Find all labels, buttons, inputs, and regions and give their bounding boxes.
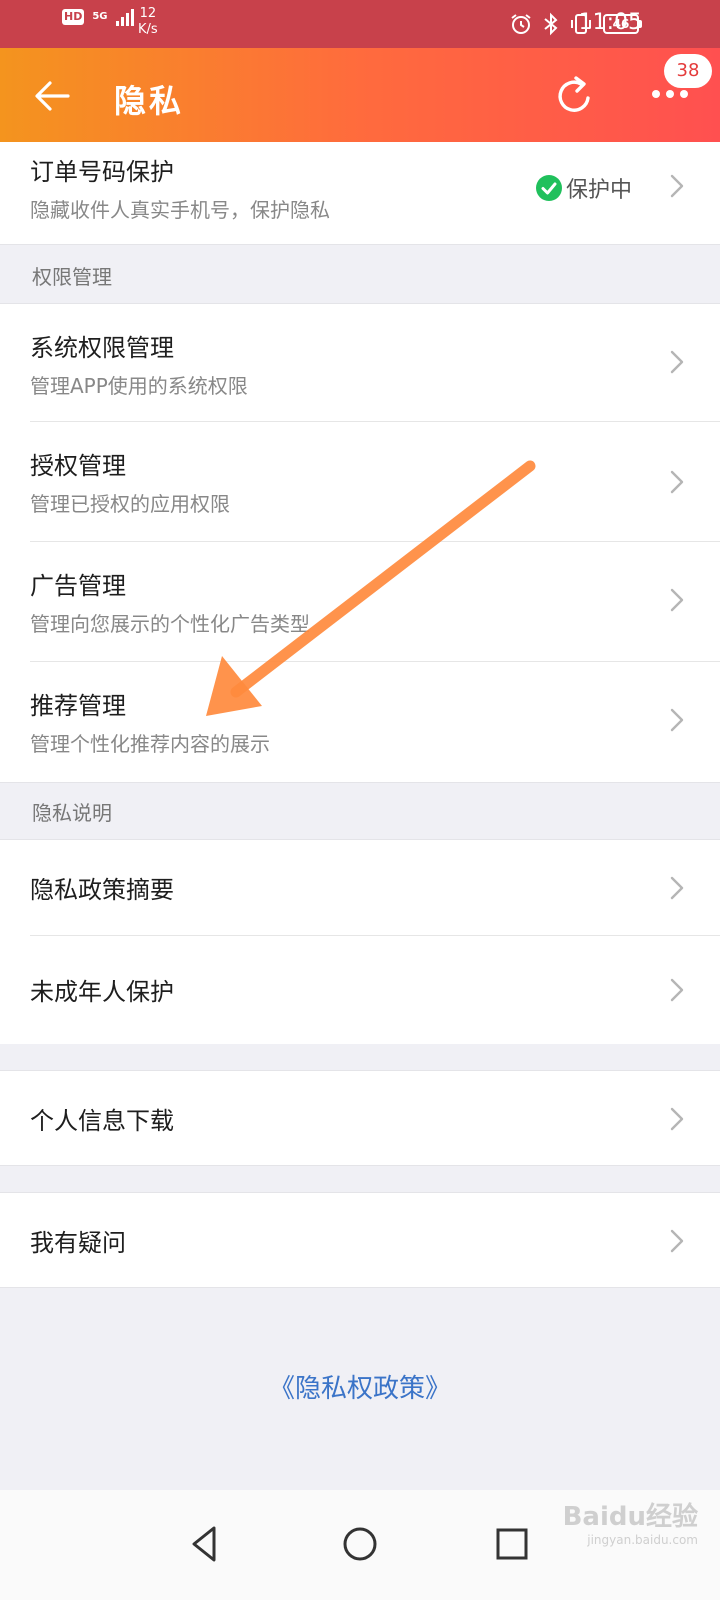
clock: 11:05: [578, 10, 642, 35]
chevron-right-icon: [670, 588, 684, 612]
ad-management-item[interactable]: 广告管理 管理向您展示的个性化广告类型: [0, 542, 720, 662]
chevron-right-icon: [670, 1107, 684, 1131]
message-count-badge: 38: [664, 54, 712, 88]
more-dots-icon: [652, 90, 688, 98]
personal-info-download-item[interactable]: 个人信息下载: [0, 1070, 720, 1166]
status-bar: HD 5G 12 K/s 46 11:05: [0, 0, 720, 48]
row-title: 系统权限管理: [30, 334, 174, 362]
chevron-right-icon: [670, 1229, 684, 1253]
row-title: 我有疑问: [30, 1229, 126, 1257]
chevron-right-icon: [670, 174, 684, 198]
recommendation-management-item[interactable]: 推荐管理 管理个性化推荐内容的展示: [0, 662, 720, 782]
back-arrow-icon[interactable]: [30, 74, 74, 118]
row-subtitle: 管理已授权的应用权限: [30, 492, 230, 516]
row-subtitle: 管理向您展示的个性化广告类型: [30, 612, 310, 636]
chevron-right-icon: [670, 876, 684, 900]
bluetooth-icon: [544, 12, 558, 36]
privacy-policy-summary-item[interactable]: 隐私政策摘要: [0, 840, 720, 936]
chevron-right-icon: [670, 978, 684, 1002]
chevron-right-icon: [670, 470, 684, 494]
square-recent-icon[interactable]: [488, 1520, 536, 1568]
network-type: 5G: [92, 11, 108, 22]
signal-icon: [115, 8, 134, 26]
circle-home-icon[interactable]: [336, 1520, 384, 1568]
row-title: 推荐管理: [30, 692, 126, 720]
privacy-policy-link[interactable]: 《隐私权政策》: [0, 1368, 720, 1405]
chevron-right-icon: [670, 708, 684, 732]
chevron-right-icon: [670, 350, 684, 374]
hd-badge: HD: [62, 9, 85, 25]
row-subtitle: 管理APP使用的系统权限: [30, 374, 248, 398]
system-nav-bar: Baidu经验 jingyan.baidu.com: [0, 1490, 720, 1600]
page-title: 隐私: [114, 82, 185, 120]
check-circle-icon: [535, 175, 562, 201]
network-speed: 12 K/s: [138, 6, 158, 37]
row-title: 未成年人保护: [30, 978, 174, 1006]
minor-protection-item[interactable]: 未成年人保护: [0, 936, 720, 1044]
row-subtitle: 隐藏收件人真实手机号，保护隐私: [30, 198, 330, 222]
row-title: 授权管理: [30, 452, 126, 480]
system-permission-item[interactable]: 系统权限管理 管理APP使用的系统权限: [0, 304, 720, 422]
row-title: 隐私政策摘要: [30, 876, 174, 904]
questions-item[interactable]: 我有疑问: [0, 1192, 720, 1288]
row-subtitle: 管理个性化推荐内容的展示: [30, 732, 270, 756]
alarm-icon: [511, 14, 531, 34]
status-left: HD 5G: [62, 8, 134, 26]
order-number-protection-item[interactable]: 订单号码保护 隐藏收件人真实手机号，保护隐私 保护中: [0, 142, 720, 244]
authorization-item[interactable]: 授权管理 管理已授权的应用权限: [0, 422, 720, 542]
baidu-watermark: Baidu经验 jingyan.baidu.com: [562, 1502, 698, 1547]
row-title: 广告管理: [30, 572, 126, 600]
row-title: 订单号码保护: [30, 158, 174, 186]
protection-status: 保护中: [535, 172, 632, 204]
app-bar: 隐私: [0, 48, 720, 142]
refresh-icon[interactable]: [550, 72, 598, 120]
protection-status-text: 保护中: [565, 178, 632, 203]
triangle-back-icon[interactable]: [182, 1520, 230, 1568]
row-title: 个人信息下载: [30, 1107, 174, 1135]
section-header-permissions: 权限管理: [0, 244, 720, 304]
section-header-privacy-info: 隐私说明: [0, 782, 720, 840]
